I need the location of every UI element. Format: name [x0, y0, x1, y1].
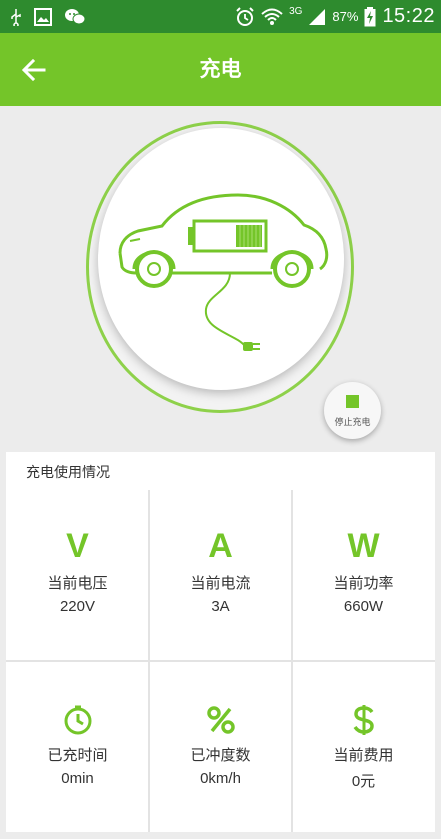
battery-percent: 87% [332, 9, 359, 24]
page-title: 充电 [199, 57, 242, 81]
voltage-value: 220V [59, 598, 96, 615]
charging-graphic: 停止充电 [0, 106, 441, 452]
stop-charging-button[interactable]: 停止充电 [324, 382, 381, 439]
usage-grid: V 当前电压 220V A 当前电流 3A W 当前功率 660W 已充时间 0… [6, 490, 435, 832]
alarm-icon [235, 6, 255, 27]
battery-charging-icon [364, 6, 376, 27]
signal-icon [308, 8, 326, 26]
voltage-icon: V [66, 527, 89, 565]
cost-label: 当前费用 [333, 746, 394, 764]
usage-panel: 充电使用情况 V 当前电压 220V A 当前电流 3A W 当前功率 660W… [6, 452, 435, 832]
electric-car-icon [118, 193, 329, 351]
charged-degree-label: 已冲度数 [190, 746, 251, 764]
clock-time: 15:22 [382, 5, 435, 27]
stop-icon [346, 395, 359, 408]
power-icon: W [347, 527, 380, 565]
power-label: 当前功率 [333, 574, 394, 592]
app-bar: 充电 [0, 33, 441, 106]
voltage-label: 当前电压 [47, 574, 108, 592]
stop-charging-label: 停止充电 [334, 418, 371, 428]
current-cell: A 当前电流 3A [149, 490, 292, 661]
clock-icon [6, 704, 149, 736]
current-icon: A [208, 527, 233, 565]
charged-time-label: 已充时间 [47, 746, 108, 764]
charged-degree-cell: 已冲度数 0km/h [149, 662, 292, 833]
wechat-icon [64, 8, 86, 26]
power-cell: W 当前功率 660W [292, 490, 435, 661]
dollar-icon [292, 704, 435, 736]
cost-value: 0元 [351, 773, 376, 790]
charged-time-cell: 已充时间 0min [6, 662, 149, 833]
voltage-cell: V 当前电压 220V [6, 490, 149, 661]
current-label: 当前电流 [190, 574, 251, 592]
usage-section-title: 充电使用情况 [26, 465, 110, 481]
power-value: 660W [343, 598, 384, 615]
usb-icon [10, 8, 22, 26]
charged-degree-value: 0km/h [200, 770, 241, 787]
charged-time-value: 0min [61, 770, 94, 787]
current-value: 3A [211, 598, 230, 615]
status-bar: 3G 87% 15:22 [0, 0, 441, 33]
percent-icon [149, 704, 292, 736]
image-icon [34, 7, 52, 26]
cost-cell: 当前费用 0元 [292, 662, 435, 833]
wifi-icon [261, 8, 283, 26]
network-type: 3G [289, 6, 303, 17]
